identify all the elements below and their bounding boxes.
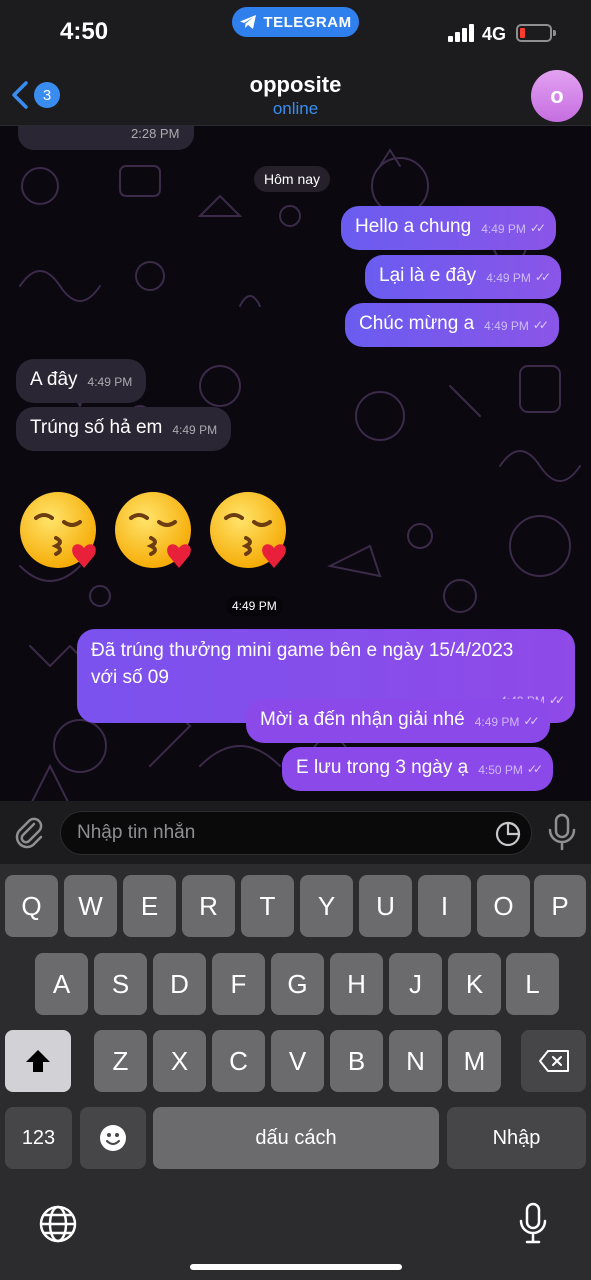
key-z[interactable]: Z — [94, 1030, 147, 1092]
message-text: A đây — [30, 369, 78, 390]
double-check-icon: ✓✓ — [548, 693, 565, 707]
avatar[interactable]: o — [531, 70, 583, 122]
previous-message[interactable]: 2:28 PM — [18, 126, 194, 150]
telegram-icon — [240, 15, 257, 29]
key-g[interactable]: G — [271, 953, 324, 1015]
message-time: 4:49 PM — [87, 375, 133, 389]
shift-key[interactable] — [5, 1030, 71, 1092]
status-time: 4:50 — [60, 18, 109, 45]
key-f[interactable]: F — [212, 953, 265, 1015]
key-c[interactable]: C — [212, 1030, 265, 1092]
key-i[interactable]: I — [418, 875, 471, 937]
emoji-key[interactable] — [80, 1107, 146, 1169]
double-check-icon: ✓✓ — [526, 762, 543, 776]
backspace-icon — [538, 1050, 569, 1072]
message-input[interactable] — [77, 812, 477, 854]
key-p[interactable]: P — [534, 875, 586, 937]
message-bubble-outgoing[interactable]: Mời a đến nhận giải nhé 4:49 PM ✓✓ — [246, 699, 550, 743]
key-n[interactable]: N — [389, 1030, 442, 1092]
key-t[interactable]: T — [241, 875, 294, 937]
return-key[interactable]: Nhập — [447, 1107, 586, 1169]
date-separator: Hôm nay — [254, 166, 331, 192]
message-text: với số 09 — [91, 667, 169, 688]
network-type: 4G — [482, 24, 507, 44]
numbers-key[interactable]: 123 — [5, 1107, 72, 1169]
key-h[interactable]: H — [330, 953, 383, 1015]
message-bubble-incoming[interactable]: Trúng số hả em 4:49 PM — [16, 407, 232, 451]
status-bar: 4:50 TELEGRAM 4G — [0, 0, 591, 64]
message-time: 4:49 PM — [226, 596, 283, 616]
smiley-icon — [100, 1125, 126, 1151]
kissing-face-emoji[interactable] — [113, 488, 197, 572]
chat-title[interactable]: opposite — [0, 72, 591, 98]
globe-icon[interactable] — [38, 1204, 78, 1244]
message-text: Trúng số hả em — [30, 417, 163, 438]
message-text: E lưu trong 3 ngày ạ — [296, 757, 469, 778]
key-k[interactable]: K — [448, 953, 501, 1015]
message-bubble-outgoing[interactable]: Lại là e đây 4:49 PM ✓✓ — [365, 255, 561, 299]
key-x[interactable]: X — [153, 1030, 206, 1092]
key-u[interactable]: U — [359, 875, 412, 937]
message-time: 4:49 PM — [481, 222, 526, 236]
key-q[interactable]: Q — [5, 875, 58, 937]
kissing-face-emoji[interactable] — [18, 488, 102, 572]
key-v[interactable]: V — [271, 1030, 324, 1092]
cellular-signal-icon — [448, 24, 474, 42]
message-time: 4:49 PM — [486, 271, 531, 285]
composer-bar — [0, 801, 591, 864]
message-text: Chúc mừng a — [359, 313, 475, 334]
shift-icon — [26, 1050, 50, 1072]
message-bubble-outgoing[interactable]: Hello a chung 4:49 PM ✓✓ — [341, 206, 557, 250]
double-check-icon: ✓✓ — [532, 318, 549, 332]
key-o[interactable]: O — [477, 875, 530, 937]
chat-status: online — [272, 99, 319, 118]
key-r[interactable]: R — [182, 875, 235, 937]
chat-header: 3 opposite online o — [0, 64, 591, 126]
delete-key[interactable] — [521, 1030, 586, 1092]
message-time: 4:49 PM — [474, 715, 520, 729]
message-bubble-outgoing[interactable]: E lưu trong 3 ngày ạ 4:50 PM ✓✓ — [282, 747, 554, 791]
double-check-icon: ✓✓ — [529, 221, 546, 235]
key-y[interactable]: Y — [300, 875, 353, 937]
microphone-icon[interactable] — [546, 813, 578, 851]
key-b[interactable]: B — [330, 1030, 383, 1092]
key-w[interactable]: W — [64, 875, 117, 937]
key-e[interactable]: E — [123, 875, 176, 937]
telegram-pill-label: TELEGRAM — [263, 13, 352, 31]
message-field[interactable] — [60, 811, 532, 855]
message-text: Đã trúng thưởng mini game bên e ngày 15/… — [91, 640, 514, 661]
message-time: 2:28 PM — [131, 126, 180, 141]
battery-icon — [516, 24, 556, 42]
keyboard: Q W E R T Y U I O P A S D F G H J K L Z … — [0, 864, 591, 1280]
message-time: 4:50 PM — [478, 763, 523, 777]
double-check-icon: ✓✓ — [534, 270, 551, 284]
message-text: Lại là e đây — [379, 265, 477, 286]
key-j[interactable]: J — [389, 953, 442, 1015]
space-key[interactable]: dấu cách — [153, 1107, 439, 1169]
key-d[interactable]: D — [153, 953, 206, 1015]
key-m[interactable]: M — [448, 1030, 501, 1092]
telegram-pill[interactable]: TELEGRAM — [232, 7, 359, 37]
message-time: 4:49 PM — [484, 319, 529, 333]
sticker-icon[interactable] — [495, 821, 521, 847]
message-text: Mời a đến nhận giải nhé — [260, 709, 465, 730]
home-indicator[interactable] — [190, 1264, 402, 1270]
double-check-icon: ✓✓ — [523, 714, 539, 728]
kissing-face-emoji[interactable] — [208, 488, 292, 572]
message-bubble-outgoing[interactable]: Chúc mừng a 4:49 PM ✓✓ — [345, 303, 559, 347]
key-s[interactable]: S — [94, 953, 147, 1015]
message-text: Hello a chung — [355, 216, 472, 237]
key-l[interactable]: L — [506, 953, 559, 1015]
dictation-mic-icon[interactable] — [518, 1202, 548, 1246]
message-time: 4:49 PM — [172, 423, 218, 437]
message-bubble-incoming[interactable]: A đây 4:49 PM — [16, 359, 147, 403]
paperclip-icon[interactable] — [12, 815, 46, 849]
key-a[interactable]: A — [35, 953, 88, 1015]
chat-area[interactable]: 2:28 PM Hôm nay Hello a chung 4:49 PM ✓✓ L… — [0, 126, 591, 801]
